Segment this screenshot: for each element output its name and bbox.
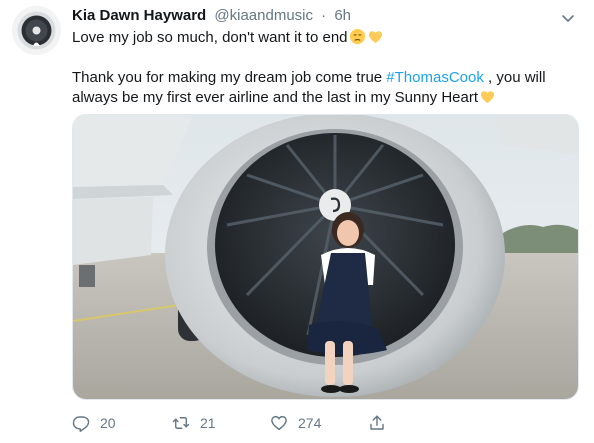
- author-name[interactable]: Kia Dawn Hayward: [72, 7, 206, 24]
- yellow-heart-emoji-icon: [367, 28, 384, 45]
- tweet-photo[interactable]: [72, 114, 579, 400]
- reply-button[interactable]: 20: [72, 411, 116, 435]
- like-button[interactable]: 274: [270, 411, 321, 435]
- avatar[interactable]: [12, 6, 61, 55]
- photo-woman-sitting-in-jet-engine-icon: [73, 115, 578, 399]
- tweet-line-2-text-before: Thank you for making my dream job come t…: [72, 69, 387, 86]
- reply-icon: [72, 416, 90, 432]
- retweet-icon: [172, 417, 190, 429]
- tweet-line-2: Thank you for making my dream job come t…: [72, 68, 580, 108]
- tweet-text: Love my job so much, don't want it to en…: [72, 28, 580, 108]
- hashtag-link[interactable]: #ThomasCook: [386, 69, 484, 86]
- tweet-actions: 20 21 274: [72, 411, 412, 435]
- tweet-header: Kia Dawn Hayward @kiaandmusic · 6h: [72, 6, 580, 26]
- timestamp[interactable]: 6h: [334, 7, 351, 24]
- author-handle[interactable]: @kiaandmusic: [214, 7, 313, 24]
- retweet-count: 21: [200, 415, 216, 431]
- retweet-button[interactable]: 21: [172, 411, 216, 435]
- heart-icon: [271, 415, 287, 431]
- tweet-card[interactable]: Kia Dawn Hayward @kiaandmusic · 6h Love …: [0, 0, 594, 443]
- tweet-line-1-text: Love my job so much, don't want it to en…: [72, 29, 348, 46]
- avatar-engine-icon: [12, 6, 61, 55]
- yellow-heart-emoji-icon: [479, 88, 496, 105]
- like-count: 274: [298, 415, 322, 431]
- tweet-line-1: Love my job so much, don't want it to en…: [72, 28, 580, 48]
- pensive-face-emoji-icon: [349, 28, 366, 45]
- more-options-chevron-icon[interactable]: [560, 10, 576, 26]
- share-icon: [370, 415, 384, 430]
- reply-count: 20: [100, 415, 116, 431]
- separator-dot: ·: [321, 7, 327, 24]
- tweet-content: Kia Dawn Hayward @kiaandmusic · 6h Love …: [72, 6, 580, 108]
- share-button[interactable]: [368, 411, 396, 435]
